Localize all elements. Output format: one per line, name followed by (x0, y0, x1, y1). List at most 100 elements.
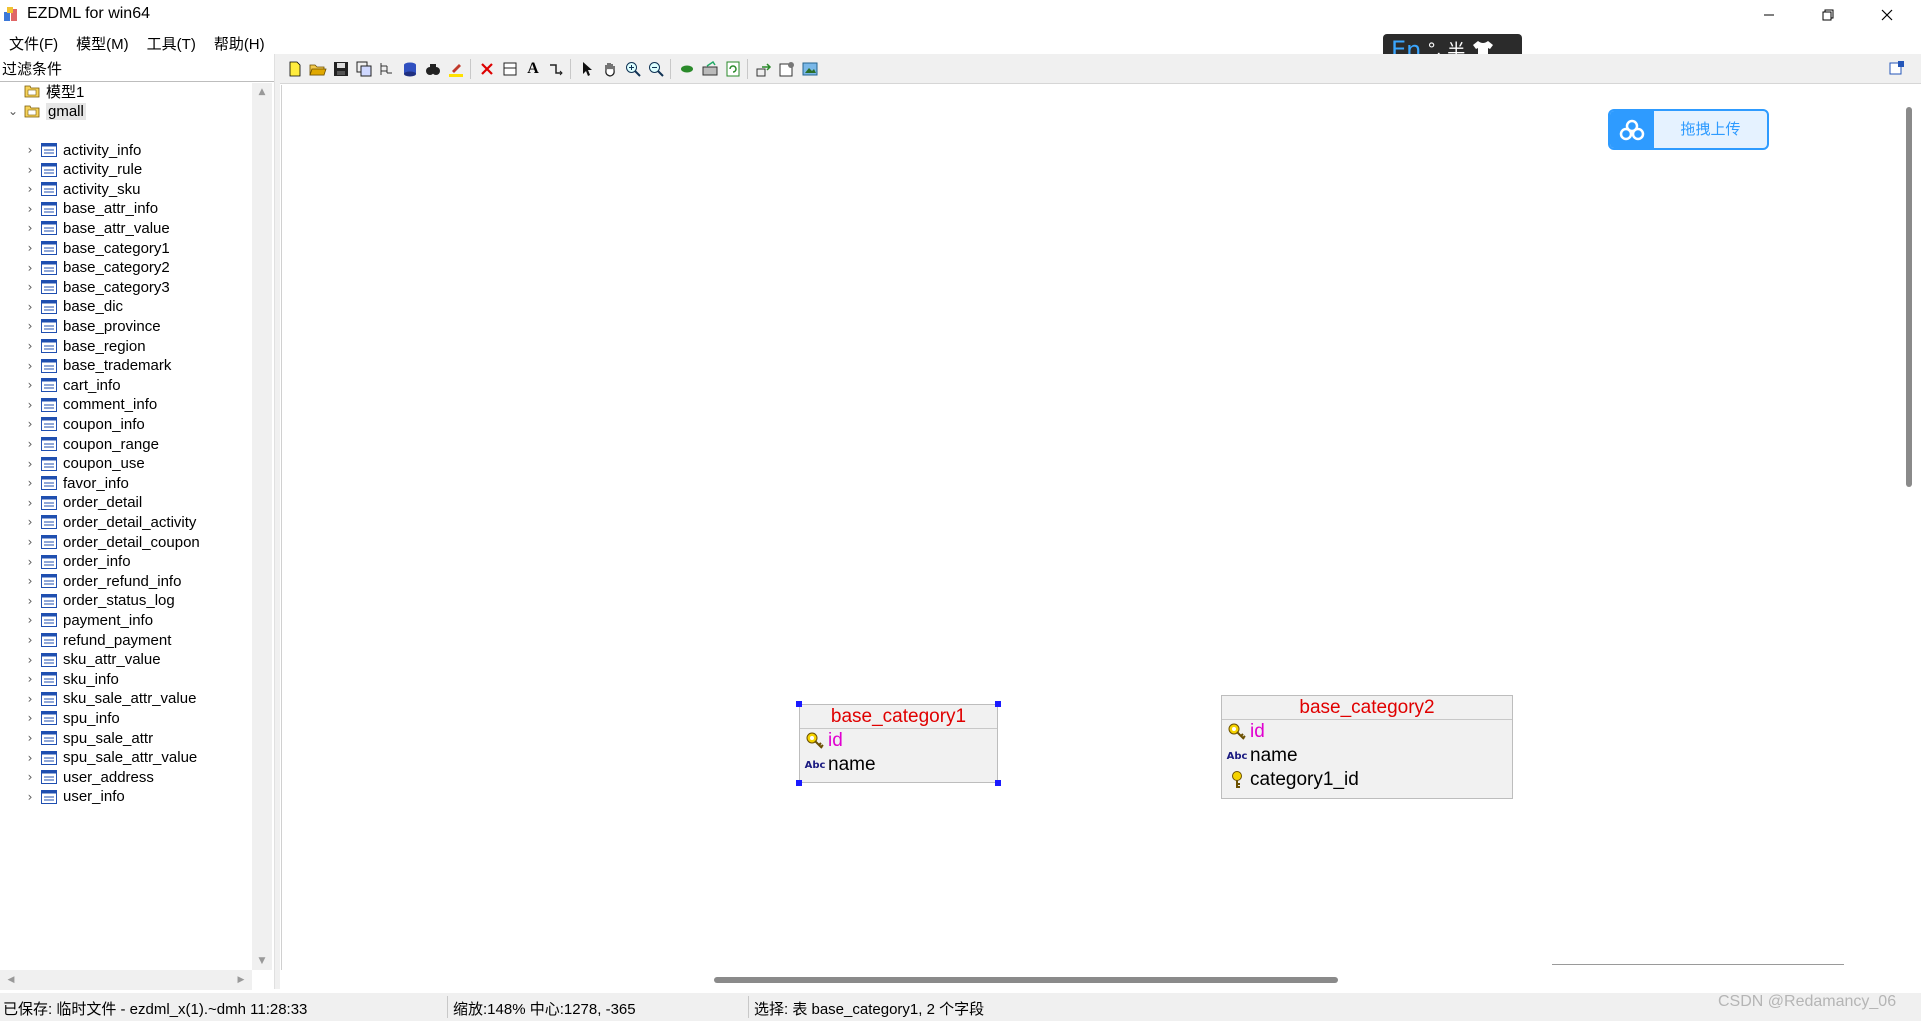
diagram-canvas[interactable] (281, 85, 1896, 970)
chevron-right-icon[interactable]: › (23, 221, 37, 235)
zoom-out-button[interactable] (645, 58, 667, 80)
chevron-right-icon[interactable]: › (23, 692, 37, 706)
chevron-right-icon[interactable]: › (23, 457, 37, 471)
filter-label[interactable]: 过滤条件 (2, 58, 62, 79)
tree-view-button[interactable] (376, 58, 398, 80)
selection-handle[interactable] (995, 701, 1001, 707)
add-link-button[interactable] (545, 58, 567, 80)
pointer-tool-button[interactable] (576, 58, 598, 80)
highlight-button[interactable] (445, 58, 467, 80)
chevron-right-icon[interactable]: › (23, 437, 37, 451)
save-as-button[interactable] (353, 58, 375, 80)
erd-field-row[interactable]: category1_id (1222, 768, 1512, 792)
panel-splitter[interactable] (274, 54, 280, 989)
chevron-right-icon[interactable]: › (23, 633, 37, 647)
chevron-right-icon[interactable]: › (23, 555, 37, 569)
selection-handle[interactable] (796, 780, 802, 786)
delete-button[interactable] (476, 58, 498, 80)
chevron-right-icon[interactable]: › (23, 594, 37, 608)
erd-field-row[interactable]: id (800, 729, 997, 753)
canvas-horizontal-scrollbar[interactable] (281, 970, 1896, 989)
leaf-icon (681, 65, 693, 73)
tree-table-node[interactable]: › user_info (23, 785, 125, 809)
drag-upload-button[interactable]: 拖拽上传 (1608, 109, 1769, 150)
table-icon (41, 241, 57, 255)
chevron-right-icon[interactable]: › (23, 163, 37, 177)
table-icon (41, 652, 57, 667)
chevron-right-icon[interactable]: › (23, 182, 37, 196)
panel-toggle-button[interactable] (1886, 57, 1908, 79)
image-button[interactable] (799, 58, 821, 80)
chevron-right-icon[interactable]: › (23, 731, 37, 745)
chevron-right-icon[interactable]: › (23, 770, 37, 784)
chevron-right-icon[interactable]: › (23, 202, 37, 216)
chevron-right-icon[interactable]: › (23, 613, 37, 627)
tree-vertical-scrollbar[interactable]: ▲ ▼ (252, 83, 272, 970)
text-type-icon: Abc (804, 759, 826, 771)
scroll-down-icon[interactable]: ▼ (252, 952, 272, 970)
chevron-right-icon[interactable]: › (23, 300, 37, 314)
chevron-right-icon[interactable]: › (23, 143, 37, 157)
menu-model[interactable]: 模型(M) (67, 30, 138, 54)
chevron-down-icon[interactable]: ⌄ (6, 104, 20, 118)
save-button[interactable] (330, 58, 352, 80)
chevron-right-icon[interactable]: › (23, 378, 37, 392)
close-icon (1881, 9, 1893, 20)
erd-table-base-category1[interactable]: base_category1 id Abc name (799, 704, 998, 783)
chevron-right-icon[interactable]: › (23, 339, 37, 353)
chevron-right-icon[interactable]: › (23, 711, 37, 725)
erd-field-row[interactable]: id (1222, 720, 1512, 744)
new-file-button[interactable] (284, 58, 306, 80)
selection-handle[interactable] (995, 780, 1001, 786)
chevron-right-icon[interactable]: › (23, 535, 37, 549)
foreign-key-icon (1226, 770, 1248, 790)
scroll-left-icon[interactable]: ◀ (2, 970, 20, 990)
erd-field-row[interactable]: Abc name (1222, 744, 1512, 768)
tree-horizontal-scrollbar[interactable]: ◀ ▶ (0, 970, 252, 990)
chevron-right-icon[interactable]: › (23, 319, 37, 333)
chevron-right-icon[interactable]: › (23, 574, 37, 588)
close-button[interactable] (1858, 0, 1916, 29)
erd-table-base-category2[interactable]: base_category2 id Abc name category1_id (1221, 695, 1513, 799)
selection-handle[interactable] (796, 701, 802, 707)
menu-file[interactable]: 文件(F) (0, 30, 67, 54)
database-button[interactable] (399, 58, 421, 80)
export-image-icon (702, 61, 718, 76)
export-image-button[interactable] (699, 58, 721, 80)
chevron-right-icon[interactable]: › (23, 417, 37, 431)
scrollbar-thumb[interactable] (1906, 107, 1912, 487)
erd-field-row[interactable]: Abc name (800, 753, 997, 777)
tree-node-label: activity_rule (63, 161, 143, 179)
chevron-right-icon[interactable]: › (23, 280, 37, 294)
chevron-right-icon[interactable]: › (23, 790, 37, 804)
menu-tools[interactable]: 工具(T) (138, 30, 205, 54)
chevron-right-icon[interactable]: › (23, 515, 37, 529)
chevron-right-icon[interactable]: › (23, 398, 37, 412)
hand-tool-button[interactable] (599, 58, 621, 80)
import-button[interactable] (753, 58, 775, 80)
chevron-right-icon[interactable]: › (23, 672, 37, 686)
chevron-right-icon[interactable]: › (23, 476, 37, 490)
scroll-up-icon[interactable]: ▲ (252, 83, 272, 101)
minimize-button[interactable] (1740, 0, 1798, 29)
canvas-vertical-scrollbar[interactable] (1896, 85, 1921, 970)
tree-model-node[interactable]: ⌄ gmall (6, 99, 86, 123)
scroll-right-icon[interactable]: ▶ (232, 970, 250, 990)
open-button[interactable] (307, 58, 329, 80)
menu-help[interactable]: 帮助(H) (205, 30, 274, 54)
restore-button[interactable] (1799, 0, 1857, 29)
properties-button[interactable] (776, 58, 798, 80)
add-text-button[interactable]: A (522, 58, 544, 80)
leaf-button[interactable] (676, 58, 698, 80)
add-table-button[interactable] (499, 58, 521, 80)
refresh-button[interactable] (722, 58, 744, 80)
chevron-right-icon[interactable]: › (23, 359, 37, 373)
chevron-right-icon[interactable]: › (23, 241, 37, 255)
zoom-in-button[interactable] (622, 58, 644, 80)
chevron-right-icon[interactable]: › (23, 261, 37, 275)
scrollbar-thumb[interactable] (714, 977, 1338, 983)
chevron-right-icon[interactable]: › (23, 496, 37, 510)
chevron-right-icon[interactable]: › (23, 653, 37, 667)
chevron-right-icon[interactable]: › (23, 751, 37, 765)
find-button[interactable] (422, 58, 444, 80)
